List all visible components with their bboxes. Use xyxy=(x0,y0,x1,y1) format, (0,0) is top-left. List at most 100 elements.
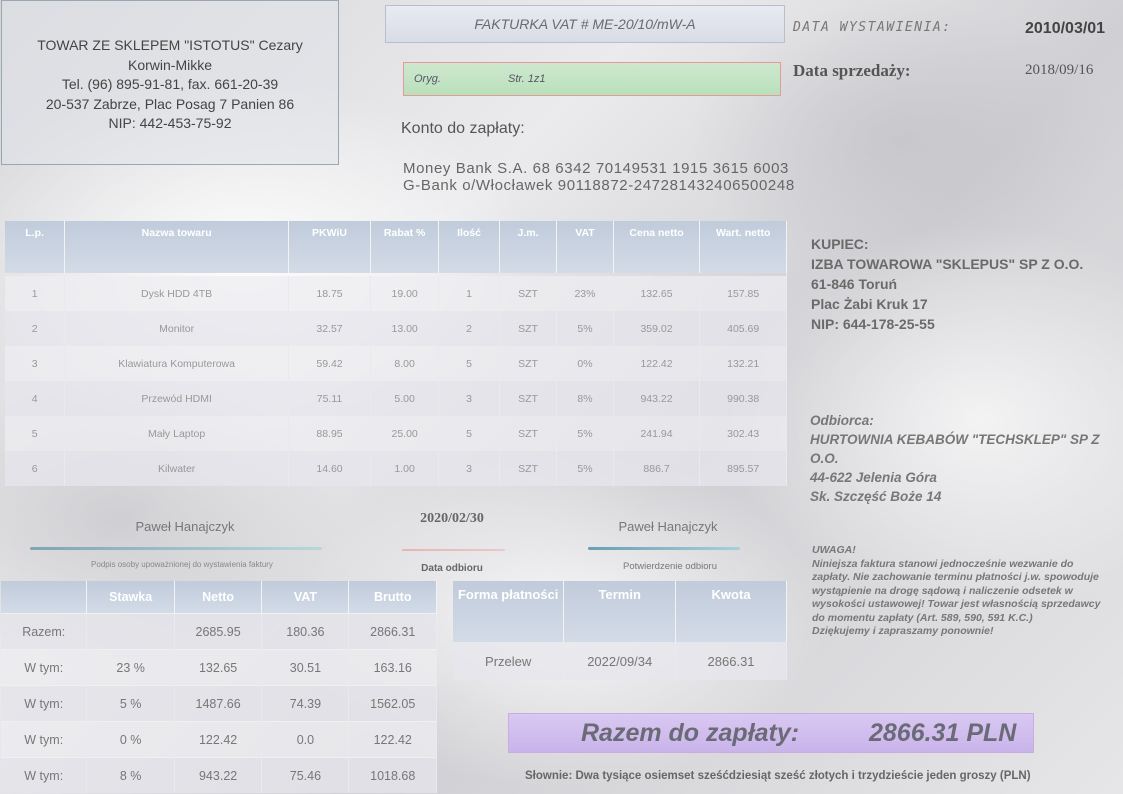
item-unit-cell: SZT xyxy=(499,381,558,416)
item-value-cell: 157.85 xyxy=(699,276,787,311)
payment-notice: UWAGA! Niniejsza faktura stanowi jednocz… xyxy=(812,544,1107,639)
recipient-street: Sk. Szczęść Boże 14 xyxy=(810,489,942,504)
totals-header-row: Stawka Netto VAT Brutto xyxy=(1,581,437,614)
item-row: 1 Dysk HDD 4TB 18.75 19.00 1 SZT 23% 132.65 157.… xyxy=(5,276,787,311)
items-header-row: L.p. Nazwa towaru PKWiU Rabat % Ilość J.… xyxy=(5,221,787,273)
total-due-box: Razem do zapłaty: 2866.31 PLN xyxy=(508,713,1034,753)
items-header-value: Wart. netto xyxy=(699,221,787,273)
totals-header-empty xyxy=(1,581,88,614)
totals-vat-cell: 0.0 xyxy=(261,721,350,758)
payment-header-amount: Kwota xyxy=(675,581,787,642)
totals-net-cell: 943.22 xyxy=(174,757,263,793)
totals-vat-cell: 75.46 xyxy=(261,757,350,793)
item-vat-cell: 23% xyxy=(556,276,614,311)
seller-name: TOWAR ZE SKLEPEM "ISTOTUS" Cezary Korwin… xyxy=(37,37,303,73)
item-row: 5 Mały Laptop 88.95 25.00 5 SZT 5% 241.94 302.43 xyxy=(5,416,787,451)
totals-row: Razem: 2685.95 180.36 2866.31 xyxy=(1,613,437,650)
issuer-signature-line xyxy=(30,547,322,550)
totals-header-gross: Brutto xyxy=(348,581,437,614)
payment-due-date: 2022/09/34 xyxy=(563,642,677,680)
issue-date-label: DATA WYSTAWIENIA: xyxy=(793,20,952,35)
item-pkwiu-cell: 88.95 xyxy=(288,416,371,451)
amount-in-words-text: Dwa tysiące osiemset sześćdziesiąt sześć… xyxy=(575,770,1031,782)
item-name-cell: Monitor xyxy=(64,311,290,346)
receipt-date: 2020/02/30 xyxy=(420,511,484,526)
seller-phone: Tel. (96) 895-91-81, fax. 661-20-39 xyxy=(61,76,279,92)
totals-label-cell: W tym: xyxy=(1,685,88,722)
item-lp-cell: 3 xyxy=(5,346,66,381)
recipient-label: Odbiorca: xyxy=(810,413,874,428)
total-due-amount: 2866.31 PLN xyxy=(869,719,1017,747)
item-qty-cell: 2 xyxy=(438,311,500,346)
item-unit-cell: SZT xyxy=(499,346,558,381)
amount-in-words-label: Słownie: xyxy=(525,770,573,782)
totals-label-cell: W tym: xyxy=(1,757,88,793)
notice-text: Niniejsza faktura stanowi jednocześnie w… xyxy=(812,557,1101,624)
totals-gross-cell: 1018.68 xyxy=(348,757,437,793)
item-unit-cell: SZT xyxy=(499,276,558,311)
sale-date-value: 2018/09/16 xyxy=(1025,62,1094,78)
item-qty-cell: 1 xyxy=(438,276,500,311)
items-body: 1 Dysk HDD 4TB 18.75 19.00 1 SZT 23% 132.65 157.… xyxy=(5,273,787,486)
item-value-cell: 895.57 xyxy=(699,451,787,486)
totals-header-rate: Stawka xyxy=(86,581,175,614)
notice-title: UWAGA! xyxy=(812,544,856,556)
item-row: 2 Monitor 32.57 13.00 2 SZT 5% 359.02 405.69 xyxy=(5,311,787,346)
receipt-date-caption: Data odbioru xyxy=(421,563,483,574)
amount-in-words: Słownie: Dwa tysiące osiemset sześćdzies… xyxy=(525,770,1031,782)
recipient-block: Odbiorca: HURTOWNIA KEBABÓW "TECHSKLEP" … xyxy=(810,411,1105,506)
item-vat-cell: 5% xyxy=(556,416,614,451)
receiver-signature-line xyxy=(588,547,740,550)
item-row: 6 Kilwater 14.60 1.00 3 SZT 5% 886.7 895.57 xyxy=(5,451,787,486)
item-pkwiu-cell: 59.42 xyxy=(288,346,371,381)
totals-label-cell: W tym: xyxy=(1,649,88,686)
totals-row: W tym: 5 % 1487.66 74.39 1562.05 xyxy=(1,685,437,722)
seller-address: 20-537 Zabrze, Plac Posag 7 Panien 86 xyxy=(45,95,295,112)
receipt-date-line xyxy=(402,549,505,551)
original-box: Oryg. Str. 1z1 xyxy=(403,62,781,96)
payment-header-method: Forma płatności xyxy=(453,581,565,642)
totals-label-cell: W tym: xyxy=(1,721,88,758)
item-value-cell: 302.43 xyxy=(699,416,787,451)
totals-net-cell: 122.42 xyxy=(174,721,263,758)
payment-row: Przelew 2022/09/34 2866.31 xyxy=(453,642,787,680)
item-pkwiu-cell: 32.57 xyxy=(288,311,371,346)
item-lp-cell: 1 xyxy=(5,276,66,311)
receiver-signature-name: Paweł Hanajczyk xyxy=(618,519,718,534)
item-qty-cell: 3 xyxy=(438,451,500,486)
totals-gross-cell: 122.42 xyxy=(348,721,437,758)
item-unit-cell: SZT xyxy=(499,416,558,451)
totals-gross-cell: 1562.05 xyxy=(348,685,437,722)
item-unit-cell: SZT xyxy=(499,451,558,486)
buyer-name: IZBA TOWAROWA "SKLEPUS" SP Z O.O. xyxy=(811,256,1084,272)
payment-table: Forma płatności Termin Kwota Przelew 202… xyxy=(453,581,787,680)
sale-date-label: Data sprzedaży: xyxy=(793,61,911,80)
item-value-cell: 132.21 xyxy=(699,346,787,381)
payment-method: Przelew xyxy=(453,642,565,680)
seller-nip: NIP: 442-453-75-92 xyxy=(108,115,232,131)
totals-rate-cell: 8 % xyxy=(86,757,175,793)
item-value-cell: 405.69 xyxy=(699,311,787,346)
items-header-vat: VAT xyxy=(556,221,614,273)
item-price-cell: 886.7 xyxy=(613,451,701,486)
totals-vat-cell: 30.51 xyxy=(261,649,350,686)
item-lp-cell: 2 xyxy=(5,311,66,346)
total-due-label: Razem do zapłaty: xyxy=(581,719,800,747)
payment-header-row: Forma płatności Termin Kwota xyxy=(453,581,787,642)
totals-net-cell: 2685.95 xyxy=(174,613,263,650)
totals-body: Razem: 2685.95 180.36 2866.31 W tym: 23 % 132.… xyxy=(1,613,437,793)
totals-row: W tym: 23 % 132.65 30.51 163.16 xyxy=(1,649,437,686)
account-label: Konto do zapłaty: xyxy=(401,120,525,137)
totals-rate-cell: 0 % xyxy=(86,721,175,758)
item-vat-cell: 5% xyxy=(556,451,614,486)
item-discount-cell: 19.00 xyxy=(370,276,440,311)
item-price-cell: 943.22 xyxy=(613,381,701,416)
item-name-cell: Kilwater xyxy=(64,451,290,486)
item-pkwiu-cell: 75.11 xyxy=(288,381,371,416)
item-qty-cell: 3 xyxy=(438,381,500,416)
items-header-pkwiu: PKWiU xyxy=(288,221,371,273)
totals-row: W tym: 0 % 122.42 0.0 122.42 xyxy=(1,721,437,758)
buyer-nip: NIP: 644-178-25-55 xyxy=(811,316,935,332)
original-label: Oryg. xyxy=(414,73,441,85)
issue-date-value: 2010/03/01 xyxy=(1025,20,1106,37)
